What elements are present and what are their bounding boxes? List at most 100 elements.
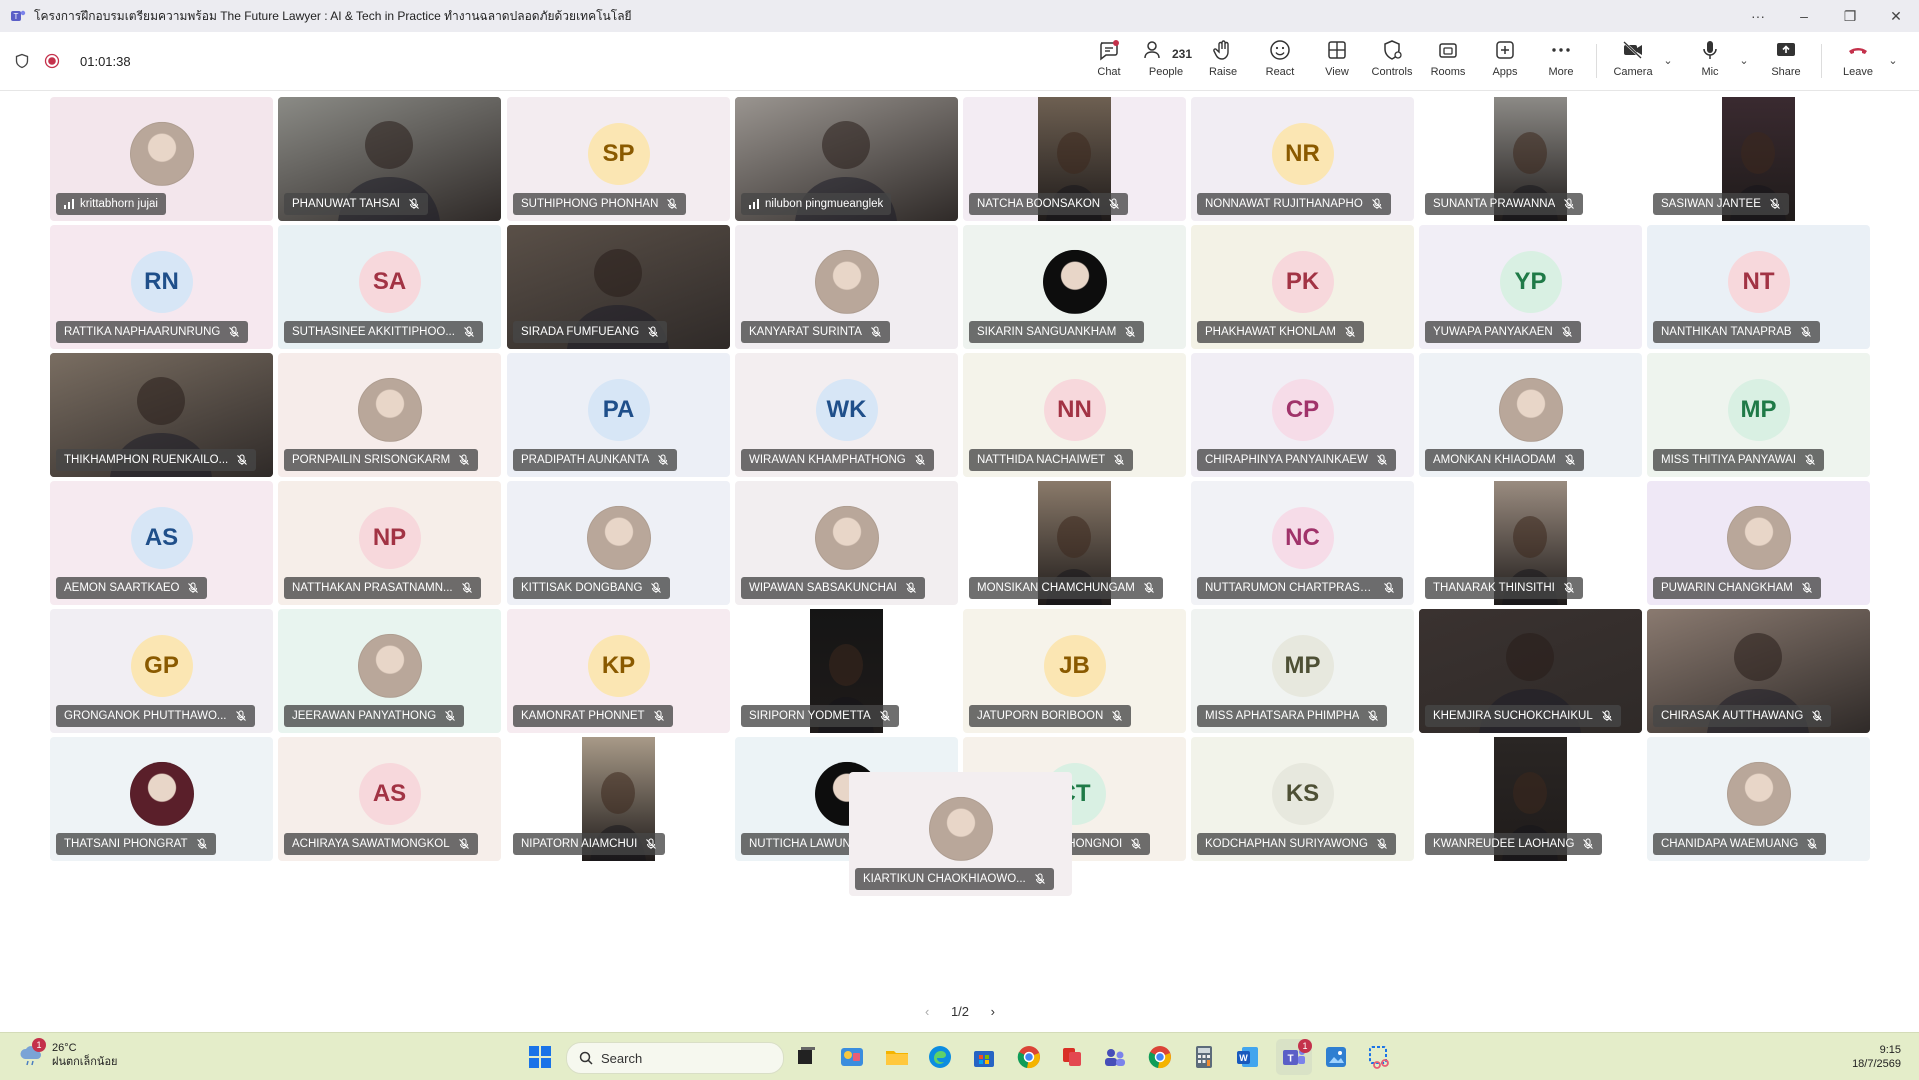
rooms-button[interactable]: Rooms	[1422, 38, 1474, 86]
clock-date: 18/7/2569	[1852, 1058, 1901, 1070]
restore-button[interactable]: ❐	[1827, 0, 1873, 32]
participant-name: SASIWAN JANTEE	[1661, 198, 1761, 210]
participant-tile[interactable]: SUNANTA PRAWANNA	[1419, 97, 1642, 221]
participant-tile[interactable]: NT NANTHIKAN TANAPRAB	[1647, 225, 1870, 349]
next-page-chevron-icon[interactable]: ›	[991, 1004, 995, 1019]
participant-tile[interactable]: SP SUTHIPHONG PHONHAN	[507, 97, 730, 221]
participant-tile[interactable]: NATCHA BOONSAKON	[963, 97, 1186, 221]
chrome-app-icon[interactable]	[1015, 1043, 1043, 1071]
participant-tile[interactable]: THANARAK THINSITHI	[1419, 481, 1642, 605]
participant-tile[interactable]: NIPATORN AIAMCHUI	[507, 737, 730, 861]
widgets-app-icon[interactable]	[838, 1043, 866, 1071]
participant-tile[interactable]: KWANREUDEE LAOHANG	[1419, 737, 1642, 861]
participant-initials-avatar: RN	[130, 251, 193, 314]
word-app-icon[interactable]: W	[1234, 1043, 1262, 1071]
participant-initials: AS	[372, 780, 407, 808]
participant-tile[interactable]: AS AEMON SAARTKAEO	[50, 481, 273, 605]
participant-tile[interactable]: NC NUTTARUMON CHARTPRASE...	[1191, 481, 1414, 605]
controls-button[interactable]: Controls	[1366, 38, 1418, 86]
mic-options-chevron-icon[interactable]: ⌄	[1737, 54, 1751, 68]
participant-tile[interactable]: PORNPAILIN SRISONGKARM	[278, 353, 501, 477]
microphone-muted-icon	[196, 838, 207, 849]
chrome-profile-app-icon[interactable]	[1146, 1043, 1174, 1071]
windows-start-icon[interactable]	[526, 1043, 554, 1071]
participant-tile[interactable]: MP MISS THITIYA PANYAWAI	[1647, 353, 1870, 477]
teams-people-app-icon[interactable]	[1101, 1043, 1129, 1071]
raise-label: Raise	[1208, 66, 1238, 78]
camera-button[interactable]: Camera	[1607, 38, 1659, 86]
participant-tile[interactable]: CHANIDAPA WAEMUANG	[1647, 737, 1870, 861]
snipping-tool-icon[interactable]	[1366, 1043, 1394, 1071]
participant-tile[interactable]: JB JATUPORN BORIBOON	[963, 609, 1186, 733]
raise-hand-button[interactable]: Raise	[1197, 38, 1249, 86]
apps-icon	[1496, 41, 1514, 59]
taskbar-search-box[interactable]: Search	[566, 1042, 784, 1074]
task-view-icon[interactable]	[792, 1043, 820, 1071]
edge-browser-icon[interactable]	[926, 1043, 954, 1071]
participant-tile[interactable]: PA PRADIPATH AUNKANTA	[507, 353, 730, 477]
mic-button[interactable]: Mic	[1684, 38, 1736, 86]
minimize-button[interactable]: –	[1781, 0, 1827, 32]
participant-tile[interactable]: NR NONNAWAT RUJITHANAPHO	[1191, 97, 1414, 221]
participant-tile[interactable]: KANYARAT SURINTA	[735, 225, 958, 349]
participant-tile[interactable]: WK WIRAWAN KHAMPHATHONG	[735, 353, 958, 477]
teams-taskbar-button[interactable]: T 1	[1276, 1039, 1312, 1075]
calculator-app-icon[interactable]	[1190, 1043, 1218, 1071]
participant-tile[interactable]: PHANUWAT TAHSAI	[278, 97, 501, 221]
participant-tile[interactable]: MP MISS APHATSARA PHIMPHA	[1191, 609, 1414, 733]
chat-button[interactable]: Chat	[1083, 38, 1135, 86]
system-clock[interactable]: 9:15 18/7/2569	[1852, 1043, 1901, 1071]
leave-button[interactable]: Leave	[1832, 38, 1884, 86]
participant-tile[interactable]: KP KAMONRAT PHONNET	[507, 609, 730, 733]
participant-tile[interactable]: SIKARIN SANGUANKHAM	[963, 225, 1186, 349]
participant-tile[interactable]: PUWARIN CHANGKHAM	[1647, 481, 1870, 605]
participant-tile[interactable]: KITTISAK DONGBANG	[507, 481, 730, 605]
weather-temperature: 26°C	[52, 1042, 77, 1054]
participant-tile[interactable]: WIPAWAN SABSAKUNCHAI	[735, 481, 958, 605]
view-button[interactable]: View	[1311, 38, 1363, 86]
participant-tile[interactable]: NN NATTHIDA NACHAIWET	[963, 353, 1186, 477]
search-label: Search	[601, 1050, 643, 1066]
participant-tile[interactable]: CP CHIRAPHINYA PANYAINKAEW	[1191, 353, 1414, 477]
weather-widget[interactable]: 1 26°C ฝนตกเล็กน้อย	[18, 1038, 118, 1069]
share-button[interactable]: Share	[1760, 38, 1812, 86]
participant-tile[interactable]: MONSIKAN CHAMCHUNGAM	[963, 481, 1186, 605]
participant-tile[interactable]: KIARTIKUN CHAOKHIAOWO...	[849, 772, 1072, 896]
participant-tile[interactable]: YP YUWAPA PANYAKAEN	[1419, 225, 1642, 349]
participant-tile[interactable]: PK PHAKHAWAT KHONLAM	[1191, 225, 1414, 349]
close-button[interactable]: ✕	[1873, 0, 1919, 32]
participant-name: PRADIPATH AUNKANTA	[521, 454, 650, 466]
participant-tile[interactable]: THIKHAMPHON RUENKAILO...	[50, 353, 273, 477]
participant-tile[interactable]: KS KODCHAPHAN SURIYAWONG	[1191, 737, 1414, 861]
participant-initials-avatar: NP	[358, 507, 421, 570]
participant-tile[interactable]: SA SUTHASINEE AKKITTIPHOO...	[278, 225, 501, 349]
leave-options-chevron-icon[interactable]: ⌄	[1886, 54, 1900, 68]
camera-options-chevron-icon[interactable]: ⌄	[1661, 54, 1675, 68]
participant-tile[interactable]: JEERAWAN PANYATHONG	[278, 609, 501, 733]
participant-tile[interactable]: NP NATTHAKAN PRASATNAMN...	[278, 481, 501, 605]
participant-tile[interactable]: THATSANI PHONGRAT	[50, 737, 273, 861]
participant-tile[interactable]: KHEMJIRA SUCHOKCHAIKUL	[1419, 609, 1642, 733]
participant-tile[interactable]: krittabhorn jujai	[50, 97, 273, 221]
react-button[interactable]: React	[1254, 38, 1306, 86]
participant-tile[interactable]: SIRADA FUMFUEANG	[507, 225, 730, 349]
file-explorer-icon[interactable]	[883, 1043, 911, 1071]
shield-icon[interactable]	[14, 53, 30, 69]
previous-page-chevron-icon[interactable]: ‹	[925, 1004, 929, 1019]
participant-tile[interactable]: AS ACHIRAYA SAWATMONGKOL	[278, 737, 501, 861]
microsoft-store-icon[interactable]	[970, 1043, 998, 1071]
participant-initials-avatar: NR	[1271, 123, 1334, 186]
participant-tile[interactable]: RN RATTIKA NAPHAARUNRUNG	[50, 225, 273, 349]
participant-tile[interactable]: AMONKAN KHIAODAM	[1419, 353, 1642, 477]
more-button[interactable]: More	[1535, 38, 1587, 86]
adobe-acrobat-icon[interactable]	[1058, 1043, 1086, 1071]
participant-tile[interactable]: CHIRASAK AUTTHAWANG	[1647, 609, 1870, 733]
participant-tile[interactable]: GP GRONGANOK PHUTTHAWO...	[50, 609, 273, 733]
participant-tile[interactable]: nilubon pingmueanglek	[735, 97, 958, 221]
participant-tile[interactable]: SIRIPORN YODMETTA	[735, 609, 958, 733]
more-options-button[interactable]: ···	[1735, 0, 1781, 32]
apps-button[interactable]: Apps	[1479, 38, 1531, 86]
photos-app-icon[interactable]	[1322, 1043, 1350, 1071]
participant-tile[interactable]: SASIWAN JANTEE	[1647, 97, 1870, 221]
people-button[interactable]: 231 People	[1140, 38, 1192, 86]
